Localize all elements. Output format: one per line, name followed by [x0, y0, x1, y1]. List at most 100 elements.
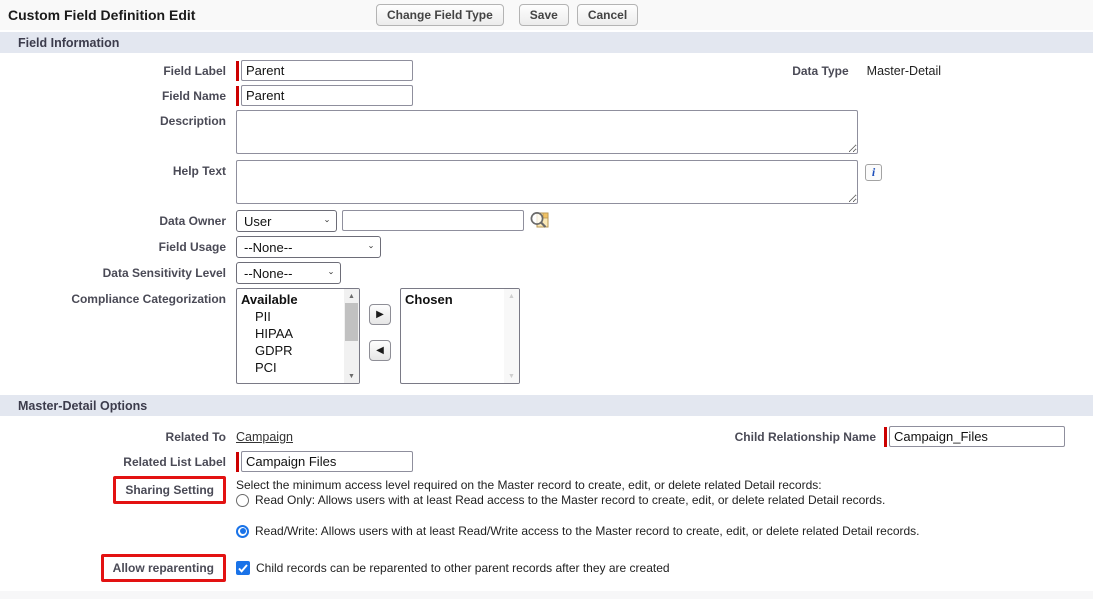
required-indicator: [236, 61, 239, 81]
scroll-up-icon[interactable]: ▲: [344, 289, 359, 303]
field-usage-row: Field Usage --None--: [0, 236, 1093, 258]
list-item-gdpr[interactable]: GDPR: [241, 342, 344, 359]
left-triangle-icon: ◀: [376, 345, 384, 356]
read-write-radio-label: Read/Write: Allows users with at least R…: [255, 524, 920, 538]
scroll-down-icon: ▼: [504, 369, 519, 383]
radio-unchecked-icon[interactable]: [236, 494, 249, 507]
child-relationship-name-input[interactable]: [889, 426, 1065, 447]
related-list-label-field: [236, 451, 413, 472]
list-item-pci[interactable]: PCI: [241, 359, 344, 376]
allow-reparenting-label-cell: Allow reparenting: [0, 554, 236, 582]
field-label-input[interactable]: [241, 60, 413, 81]
compliance-categorization-row: Compliance Categorization Available PII …: [0, 288, 1093, 384]
data-sensitivity-label: Data Sensitivity Level: [0, 262, 236, 280]
sharing-setting-field: Select the minimum access level required…: [236, 476, 920, 538]
right-triangle-icon: ▶: [376, 309, 384, 320]
scroll-down-icon[interactable]: ▼: [344, 369, 359, 383]
available-scrollbar[interactable]: ▲ ▼: [344, 289, 359, 383]
data-sensitivity-select[interactable]: --None--: [236, 262, 341, 284]
read-only-radio-option[interactable]: Read Only: Allows users with at least Re…: [236, 493, 920, 507]
help-text-label: Help Text: [0, 160, 236, 178]
help-text-textarea[interactable]: [236, 160, 858, 204]
related-list-label-label: Related List Label: [0, 451, 236, 469]
data-sensitivity-value: --None--: [244, 266, 292, 281]
section-header-field-information: Field Information: [0, 30, 1093, 53]
required-indicator: [236, 86, 239, 106]
data-type-group: Data Type Master-Detail: [792, 60, 941, 78]
field-usage-field: --None--: [236, 236, 381, 258]
field-name-label: Field Name: [0, 85, 236, 103]
lookup-magnifier-icon: [529, 211, 550, 229]
read-write-radio-option[interactable]: Read/Write: Allows users with at least R…: [236, 524, 920, 538]
save-button[interactable]: Save: [519, 4, 569, 26]
related-to-row: Related To Campaign Child Relationship N…: [0, 426, 1093, 447]
scrollbar-thumb[interactable]: [345, 303, 358, 341]
scrollbar-track: [504, 303, 519, 369]
change-field-type-button[interactable]: Change Field Type: [376, 4, 504, 26]
chosen-scrollbar[interactable]: ▲ ▼: [504, 289, 519, 383]
page-title: Custom Field Definition Edit: [8, 7, 376, 23]
related-list-label-input[interactable]: [241, 451, 413, 472]
description-row: Description: [0, 110, 1093, 154]
available-listbox[interactable]: Available PII HIPAA GDPR PCI ▲ ▼: [236, 288, 360, 384]
sharing-setting-highlight-box: Sharing Setting: [113, 476, 226, 504]
move-left-button[interactable]: ◀: [369, 340, 391, 361]
custom-field-definition-edit-page: Custom Field Definition Edit Change Fiel…: [0, 0, 1093, 599]
related-to-field: Campaign: [236, 426, 293, 444]
page-header: Custom Field Definition Edit Change Fiel…: [0, 0, 1093, 30]
related-to-link[interactable]: Campaign: [236, 426, 293, 444]
available-list: Available PII HIPAA GDPR PCI: [237, 289, 344, 383]
scrollbar-track[interactable]: [344, 303, 359, 369]
move-right-button[interactable]: ▶: [369, 304, 391, 325]
field-label-field: [236, 60, 413, 81]
data-owner-type-value: User: [244, 214, 271, 229]
field-usage-label: Field Usage: [0, 236, 236, 254]
allow-reparenting-highlight-box: Allow reparenting: [101, 554, 226, 582]
description-textarea[interactable]: [236, 110, 858, 154]
data-owner-type-select[interactable]: User: [236, 210, 337, 232]
checkbox-checked-icon[interactable]: [236, 561, 250, 575]
data-sensitivity-field: --None--: [236, 262, 341, 284]
list-item-hipaa[interactable]: HIPAA: [241, 325, 344, 342]
chosen-header: Chosen: [405, 291, 504, 308]
info-icon[interactable]: i: [865, 164, 882, 181]
scroll-up-icon: ▲: [504, 289, 519, 303]
chevron-down-icon: [319, 218, 329, 224]
cancel-button[interactable]: Cancel: [577, 4, 638, 26]
field-name-row: Field Name: [0, 85, 1093, 106]
move-buttons: ▶ ◀: [369, 288, 391, 361]
related-to-label: Related To: [0, 426, 236, 444]
compliance-categorization-field: Available PII HIPAA GDPR PCI ▲ ▼ ▶ ◀: [236, 288, 520, 384]
data-type-value: Master-Detail: [867, 64, 941, 78]
check-icon: [238, 564, 248, 573]
lookup-button[interactable]: [529, 211, 550, 232]
chosen-listbox[interactable]: Chosen ▲ ▼: [400, 288, 520, 384]
chevron-down-icon: [363, 244, 373, 250]
allow-reparenting-row: Allow reparenting Child records can be r…: [0, 554, 1093, 582]
help-text-field: i: [236, 160, 882, 204]
help-text-row: Help Text i: [0, 160, 1093, 204]
sharing-setting-label-cell: Sharing Setting: [0, 476, 236, 504]
allow-reparenting-field: Child records can be reparented to other…: [236, 561, 670, 575]
radio-checked-icon[interactable]: [236, 525, 249, 538]
description-label: Description: [0, 110, 236, 128]
description-field: [236, 110, 858, 154]
required-indicator: [236, 452, 239, 472]
bottom-spacer: [0, 591, 1093, 599]
section-header-master-detail-options: Master-Detail Options: [0, 393, 1093, 416]
section-title-master-detail-options: Master-Detail Options: [18, 399, 147, 413]
available-header: Available: [241, 291, 344, 308]
compliance-categorization-label: Compliance Categorization: [0, 288, 236, 306]
data-owner-field: User: [236, 210, 550, 232]
field-information-form: Field Label Data Type Master-Detail Fiel…: [0, 53, 1093, 393]
data-type-label: Data Type: [792, 64, 848, 78]
section-title-field-information: Field Information: [18, 36, 119, 50]
data-owner-search-input[interactable]: [342, 210, 524, 231]
related-list-label-row: Related List Label: [0, 451, 1093, 472]
allow-reparenting-label: Allow reparenting: [113, 561, 214, 575]
field-usage-value: --None--: [244, 240, 292, 255]
list-item-pii[interactable]: PII: [241, 308, 344, 325]
field-name-input[interactable]: [241, 85, 413, 106]
field-usage-select[interactable]: --None--: [236, 236, 381, 258]
allow-reparenting-checkbox-label: Child records can be reparented to other…: [256, 561, 670, 575]
